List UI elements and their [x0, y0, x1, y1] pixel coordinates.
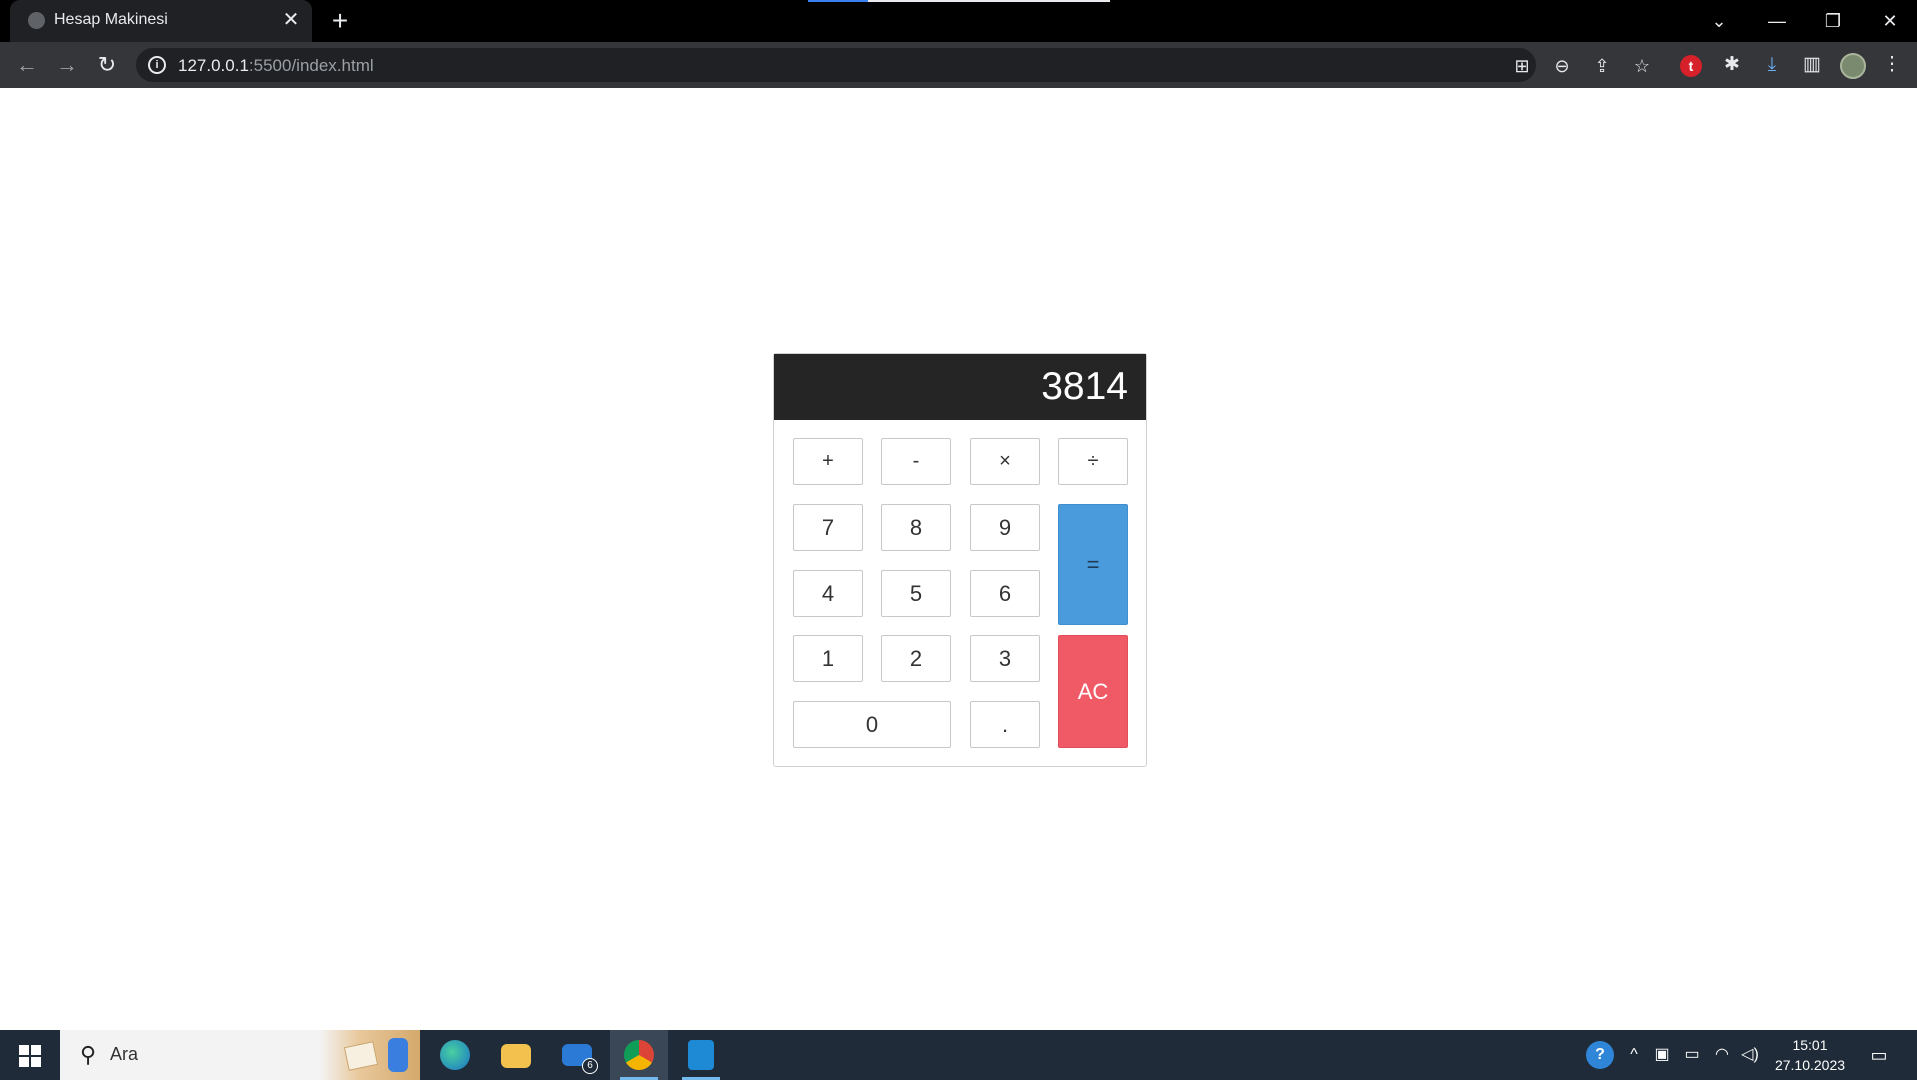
tab-hesap-makinesi[interactable]: Hesap Makinesi ✕ [10, 0, 312, 42]
clock-time: 15:01 [1792, 1037, 1828, 1053]
taskbar-edge[interactable] [426, 1030, 484, 1080]
digit-8-button[interactable]: 8 [881, 504, 951, 551]
digit-0-button[interactable]: 0 [793, 701, 951, 748]
battery-icon[interactable]: ▭ [1680, 1043, 1704, 1067]
help-icon[interactable]: ? [1586, 1041, 1614, 1069]
clock-date: 27.10.2023 [1774, 1057, 1846, 1073]
search-placeholder: Ara [110, 1044, 139, 1064]
globe-icon [28, 12, 45, 29]
bottle-illustration [388, 1038, 408, 1072]
digit-6-button[interactable]: 6 [970, 570, 1040, 617]
windows-logo-icon [19, 1045, 29, 1055]
extension-t-icon[interactable]: t [1680, 55, 1702, 77]
digit-9-button[interactable]: 9 [970, 504, 1040, 551]
digit-1-button[interactable]: 1 [793, 635, 863, 682]
edge-icon [440, 1040, 470, 1070]
multiply-button[interactable]: × [970, 438, 1040, 485]
taskbar-vscode[interactable] [672, 1030, 730, 1080]
search-highlight-illustration [320, 1030, 420, 1080]
digit-4-button[interactable]: 4 [793, 570, 863, 617]
browser-titlebar: Hesap Makinesi ✕ + ⌄ — ❐ ✕ [0, 0, 1917, 42]
site-info-icon[interactable]: i [148, 56, 166, 74]
notification-icon[interactable]: ▭ [1866, 1043, 1892, 1067]
start-button[interactable] [0, 1030, 60, 1080]
address-bar[interactable]: i 127.0.0.1:5500/index.html ⊞ [136, 48, 1536, 82]
digit-5-button[interactable]: 5 [881, 570, 951, 617]
taskbar-chrome[interactable] [610, 1030, 668, 1080]
notepad-illustration [343, 1041, 379, 1071]
url-text[interactable]: 127.0.0.1:5500/index.html [178, 56, 374, 76]
divide-button[interactable]: ÷ [1058, 438, 1128, 485]
extensions-puzzle-icon[interactable]: ✱ [1718, 51, 1746, 79]
windows-logo-icon [31, 1057, 41, 1067]
calculator-display: 3814 [774, 354, 1146, 420]
bookmark-star-icon[interactable]: ☆ [1630, 54, 1654, 78]
digit-3-button[interactable]: 3 [970, 635, 1040, 682]
taskbar-clock[interactable]: 15:01 27.10.2023 [1760, 1035, 1860, 1075]
mail-badge: 6 [582, 1058, 598, 1074]
clear-button[interactable]: AC [1058, 635, 1128, 748]
minus-button[interactable]: - [881, 438, 951, 485]
taskbar-search-box[interactable]: ⚲ Ara [60, 1030, 420, 1080]
menu-kebab-icon[interactable]: ⋮ [1878, 51, 1906, 79]
chrome-icon [624, 1040, 654, 1070]
tab-title: Hesap Makinesi [54, 11, 168, 28]
new-tab-button[interactable]: + [325, 6, 355, 36]
equals-button[interactable]: = [1058, 504, 1128, 625]
browser-toolbar: ← → ↻ i 127.0.0.1:5500/index.html ⊞ ⊖ ⇪ … [0, 42, 1917, 88]
reload-icon[interactable]: ↻ [92, 50, 122, 80]
volume-icon[interactable]: ◁) [1738, 1043, 1762, 1067]
minimize-button[interactable]: — [1755, 4, 1799, 38]
windows-taskbar: ⚲ Ara 6 ? ^ ▣ ▭ ◠ ◁) 15:01 27.10.2023 ▭ [0, 1030, 1917, 1080]
windows-logo-icon [19, 1057, 29, 1067]
device-icon[interactable]: ▣ [1650, 1043, 1674, 1067]
folder-icon [501, 1044, 531, 1068]
url-path: :5500/index.html [248, 56, 374, 75]
share-icon[interactable]: ⇪ [1590, 54, 1614, 78]
download-icon[interactable]: ⤓ [1758, 51, 1786, 79]
tab-search-chevron-icon[interactable]: ⌄ [1697, 4, 1741, 38]
calculator: 3814 + - × ÷ 7 8 9 = 4 5 6 1 2 3 AC 0 . [773, 353, 1147, 767]
url-host: 127.0.0.1 [178, 56, 249, 75]
tab-strip-indicator-accent [808, 0, 868, 2]
digit-7-button[interactable]: 7 [793, 504, 863, 551]
taskbar-file-explorer[interactable] [487, 1030, 545, 1080]
profile-avatar[interactable] [1840, 53, 1866, 79]
restore-button[interactable]: ❐ [1811, 4, 1855, 38]
search-icon: ⚲ [79, 1042, 97, 1067]
digit-2-button[interactable]: 2 [881, 635, 951, 682]
side-panel-icon[interactable]: ▥ [1798, 51, 1826, 79]
wifi-icon[interactable]: ◠ [1710, 1043, 1734, 1067]
translate-icon[interactable]: ⊞ [1510, 54, 1534, 78]
zoom-out-icon[interactable]: ⊖ [1550, 54, 1574, 78]
back-arrow-icon[interactable]: ← [12, 50, 42, 80]
vscode-icon [688, 1040, 714, 1070]
taskbar-mail[interactable]: 6 [548, 1030, 606, 1080]
close-tab-icon[interactable]: ✕ [280, 9, 302, 31]
decimal-point-button[interactable]: . [970, 701, 1040, 748]
plus-button[interactable]: + [793, 438, 863, 485]
forward-arrow-icon[interactable]: → [52, 50, 82, 80]
chevron-up-icon[interactable]: ^ [1622, 1043, 1646, 1067]
close-window-button[interactable]: ✕ [1868, 4, 1912, 38]
windows-logo-icon [31, 1045, 41, 1055]
